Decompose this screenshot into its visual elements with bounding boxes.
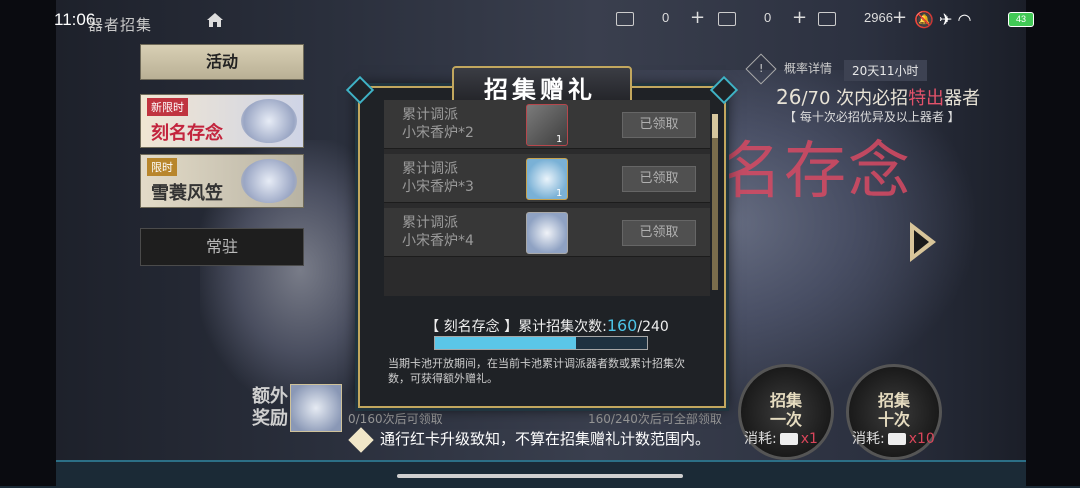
draw-ten-cost: 消耗: x10	[852, 431, 935, 447]
red-ticket-icon	[616, 11, 634, 26]
reward-row: 累计调派 小宋香炉*4 已领取	[384, 208, 710, 257]
notice-bar: 通行红卡升级致知，不算在招集赠礼计数范围内。	[348, 426, 710, 453]
notice-icon	[348, 426, 374, 453]
tab-activity[interactable]: 活动	[140, 44, 304, 80]
battery-indicator: 43	[1008, 12, 1034, 27]
left-letterbox	[0, 0, 56, 486]
wifi-icon: ◠	[957, 10, 972, 29]
claimed-button[interactable]: 已领取	[622, 220, 696, 246]
rate-detail-button[interactable]: ! 概率详情	[745, 53, 832, 85]
red-ticket-icon	[887, 433, 906, 445]
extra-progress-full-text: 160/240次后可全部领取	[588, 412, 722, 426]
modal-description: 当期卡池开放期间，在当前卡池累计调派器者数或累计招集次数，可获得额外赠礼。	[388, 357, 685, 385]
gold-coin-icon	[718, 11, 736, 26]
resource-scroll: 2966	[818, 10, 893, 30]
claimed-button[interactable]: 已领取	[622, 112, 696, 138]
add-red-ticket-button[interactable]: +	[690, 7, 705, 28]
reward-list-scrollbar[interactable]	[712, 114, 718, 290]
banner-calligraphy: 名存念	[720, 134, 913, 207]
banner-portrait	[241, 99, 297, 143]
item-count: 1	[556, 188, 563, 199]
scrollbar-thumb[interactable]	[712, 114, 718, 138]
banner-portrait	[241, 159, 297, 203]
red-ticket-icon	[779, 433, 798, 445]
mute-bell-icon: 🔕	[914, 10, 934, 29]
right-letterbox	[1026, 0, 1080, 486]
item-count: 1	[556, 134, 563, 145]
banner-tab-kemingcunnian[interactable]: 新限时 刻名存念	[140, 94, 304, 148]
next-banner-arrow-inner	[914, 230, 929, 254]
airplane-mode-icon: ✈	[939, 10, 953, 29]
reward-row: 累计调派 小宋香炉*2 1 已领取	[384, 100, 710, 149]
home-icon[interactable]	[206, 12, 224, 28]
new-limited-tag: 新限时	[147, 98, 188, 116]
reward-list[interactable]: 累计调派 小宋香炉*2 1 已领取 累计调派 小宋香炉*3 1 已领取 累计调派 小宋…	[384, 100, 710, 296]
pool-tab-panel: 活动 新限时 刻名存念 限时 雪蓑风笠 常驻	[140, 44, 308, 274]
add-gold-coin-button[interactable]: +	[792, 7, 807, 28]
page-title: 器者招集	[88, 16, 153, 34]
reward-row: 累计调派 小宋香炉*3 1 已领取	[384, 154, 710, 203]
draw-count-line: 【 刻名存念 】累计招集次数:160/240	[425, 316, 669, 335]
character-portrait-icon[interactable]	[526, 212, 568, 254]
pity-counter: 26/70 次内必招特出器者	[776, 85, 981, 109]
claimed-button[interactable]: 已领取	[622, 166, 696, 192]
banner-name: 刻名存念	[151, 123, 223, 144]
extra-progress-text: 0/160次后可领取	[348, 412, 443, 426]
home-indicator[interactable]	[397, 474, 683, 478]
time-remaining: 20天11小时	[844, 60, 927, 81]
limited-tag: 限时	[147, 158, 177, 176]
add-scroll-button[interactable]: +	[892, 7, 907, 28]
tab-standing[interactable]: 常驻	[140, 228, 304, 266]
progress-fill	[435, 337, 577, 349]
draw-count-progress-bar	[434, 336, 648, 350]
draw-one-cost: 消耗: x1	[744, 431, 818, 447]
info-icon: !	[745, 53, 777, 85]
banner-name: 雪蓑风笠	[151, 183, 223, 204]
banner-tab-xuesuofengli[interactable]: 限时 雪蓑风笠	[140, 154, 304, 208]
pity-subtext: 【 每十次必招优异及以上器者 】	[784, 110, 960, 124]
system-status-icons: 🔕 ✈ ◠	[914, 10, 971, 29]
extra-reward-label: 额外 奖励	[252, 386, 288, 429]
resource-red-ticket: 0	[616, 10, 669, 30]
extra-reward-portrait[interactable]	[290, 384, 342, 432]
scroll-icon	[818, 11, 836, 26]
resource-gold-coin: 0	[718, 10, 771, 30]
